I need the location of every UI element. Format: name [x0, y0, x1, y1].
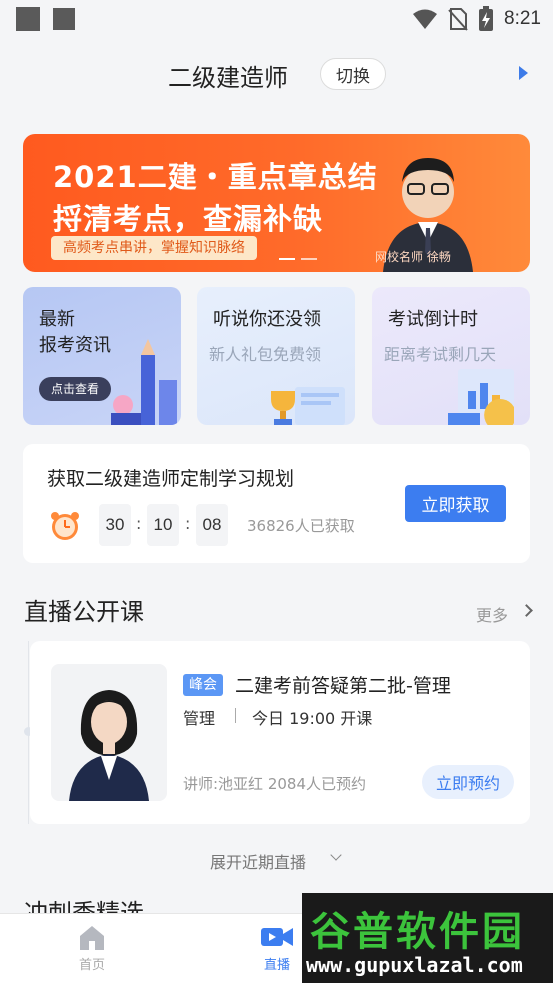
card-exam-countdown[interactable]: 考试倒计时 距离考试剩几天 — [372, 287, 530, 425]
teacher-caption: 网校名师 徐畅 — [375, 250, 451, 264]
no-sim-icon — [448, 8, 468, 31]
course-title: 二建考前答疑第二批-管理 — [235, 675, 451, 697]
watermark-url: www.gupuxlazal.com — [306, 953, 523, 977]
reserve-button[interactable]: 立即预约 — [422, 765, 514, 799]
chevron-down-icon[interactable] — [330, 849, 342, 861]
chevron-right-icon[interactable] — [520, 604, 533, 617]
notification-icon — [53, 8, 75, 30]
switch-button[interactable]: 切换 — [320, 58, 386, 90]
wifi-icon — [413, 9, 438, 29]
pencil-illustration-icon — [111, 339, 177, 425]
video-camera-icon — [261, 928, 293, 946]
battery-icon — [479, 6, 494, 31]
course-lecturer-info: 讲师:池亚红 2084人已预约 — [183, 775, 366, 793]
course-subject: 管理 — [183, 709, 216, 728]
nav-item-live[interactable]: 直播 — [247, 924, 307, 973]
banner-headline: 2021二建・重点章总结 — [53, 160, 378, 194]
countdown-hours: 30 — [99, 504, 131, 546]
live-course-card[interactable]: 峰会 二建考前答疑第二批-管理 管理 今日 19:00 开课 讲师:池亚红 20… — [30, 641, 530, 824]
nav-label: 首页 — [78, 958, 105, 973]
divider — [235, 708, 236, 723]
clock: 8:21 — [504, 8, 541, 29]
card-newbie-gift[interactable]: 听说你还没领 新人礼包免费领 — [197, 287, 355, 425]
countdown-seconds: 08 — [196, 504, 228, 546]
lecturer-photo — [51, 664, 167, 801]
obtained-count: 36826人已获取 — [247, 517, 355, 535]
study-plan-panel: 获取二级建造师定制学习规划 30 : 10 : 08 36826人已获取 立即获… — [23, 444, 530, 563]
tag-badge: 峰会 — [183, 674, 223, 696]
page-title: 二级建造师 — [168, 64, 288, 92]
play-arrow-icon[interactable] — [519, 66, 528, 80]
card-subtitle: 新人礼包免费领 — [209, 345, 322, 364]
feature-cards: 最新 报考资讯 点击查看 听说你还没领 新人礼包免费领 考试倒计时 距离考试剩几… — [23, 287, 530, 425]
status-bar: 8:21 — [0, 0, 553, 38]
section-title-live: 直播公开课 — [24, 598, 144, 626]
notification-icon — [16, 7, 40, 31]
expand-recent-live[interactable]: 展开近期直播 — [210, 849, 306, 873]
card-title: 听说你还没领 — [213, 309, 321, 330]
chart-illustration-icon — [448, 369, 514, 425]
trophy-illustration-icon — [271, 387, 345, 425]
banner-tag: 高频考点串讲，掌握知识脉络 — [51, 236, 257, 260]
nav-label: 直播 — [263, 958, 290, 973]
countdown-minutes: 10 — [147, 504, 179, 546]
carousel-indicator — [279, 258, 317, 260]
more-link[interactable]: 更多 — [476, 602, 508, 626]
watermark: 谷普软件园 www.gupuxlazal.com — [302, 893, 553, 983]
card-latest-news[interactable]: 最新 报考资讯 点击查看 — [23, 287, 181, 425]
plan-title: 获取二级建造师定制学习规划 — [47, 468, 295, 490]
get-now-button[interactable]: 立即获取 — [405, 485, 506, 522]
course-time: 今日 19:00 开课 — [252, 709, 373, 728]
card-title: 考试倒计时 — [388, 309, 478, 330]
watermark-logo: 谷普软件园 — [310, 909, 525, 955]
promo-banner[interactable]: 2021二建・重点章总结 捋清考点，查漏补缺 高频考点串讲，掌握知识脉络 网校名… — [23, 134, 530, 272]
banner-subheadline: 捋清考点，查漏补缺 — [53, 202, 324, 236]
header: 二级建造师 切换 — [0, 50, 553, 100]
alarm-clock-icon — [51, 512, 79, 540]
nav-item-home[interactable]: 首页 — [62, 924, 122, 973]
home-icon — [80, 926, 104, 950]
